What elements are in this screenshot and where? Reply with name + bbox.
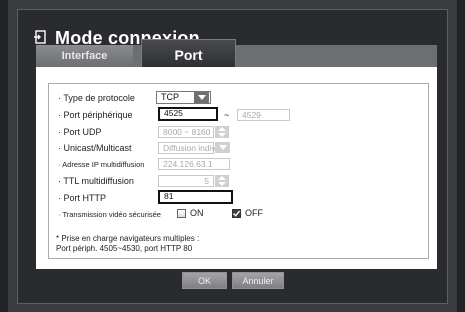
arrow-up-icon	[218, 127, 226, 131]
http-port-label: · Port HTTP	[58, 193, 107, 203]
multicast-ip-input[interactable]: 224.126.63.1	[158, 158, 230, 170]
tab-bar: Interface Port	[36, 39, 437, 67]
arrow-down-icon	[218, 182, 226, 186]
note-line-2: Port périph. 4505~4530, port HTTP 80	[56, 244, 193, 253]
protocol-label: · Type de protocole	[58, 93, 135, 103]
secure-off-label: OFF	[245, 208, 263, 218]
device-port-start-input[interactable]: 4525	[158, 107, 218, 121]
arrow-up-icon	[218, 176, 226, 180]
ok-button[interactable]: OK	[182, 272, 227, 289]
exit-icon	[33, 30, 49, 46]
note-line-1: * Prise en charge navigateurs multiples …	[56, 234, 200, 243]
checkmark-icon	[233, 210, 241, 217]
tab-interface[interactable]: Interface	[36, 45, 133, 67]
udp-port-spinner[interactable]	[215, 126, 229, 138]
multicast-ip-label: · Adresse IP multidiffusion	[58, 160, 145, 169]
unicast-label: · Unicast/Multicast	[58, 143, 132, 153]
secure-off-checkbox[interactable]	[232, 209, 241, 218]
device-port-label: · Port périphérique	[58, 110, 133, 120]
udp-port-input[interactable]: 8000 ~ 8160	[158, 126, 214, 138]
ttl-input[interactable]: 5	[158, 175, 214, 187]
device-port-end-input[interactable]: 4529	[237, 109, 290, 121]
secure-on-checkbox[interactable]	[177, 209, 186, 218]
protocol-select[interactable]: TCP	[156, 91, 211, 104]
chevron-down-icon	[215, 142, 230, 153]
secure-on-label: ON	[190, 208, 204, 218]
http-port-input[interactable]: 81	[158, 190, 233, 204]
cancel-button[interactable]: Annuler	[232, 272, 284, 289]
chevron-down-icon	[194, 92, 209, 103]
protocol-value: TCP	[161, 92, 179, 102]
ttl-spinner[interactable]	[215, 175, 229, 187]
arrow-down-icon	[218, 133, 226, 137]
ttl-label: · TTL multidiffusion	[58, 176, 134, 186]
tab-port[interactable]: Port	[141, 39, 236, 67]
unicast-select[interactable]: Diffusion indiv...	[158, 142, 222, 154]
secure-video-label: · Transmission vidéo sécurisée	[58, 210, 161, 219]
range-separator: ~	[224, 110, 230, 120]
udp-port-label: · Port UDP	[58, 127, 102, 137]
